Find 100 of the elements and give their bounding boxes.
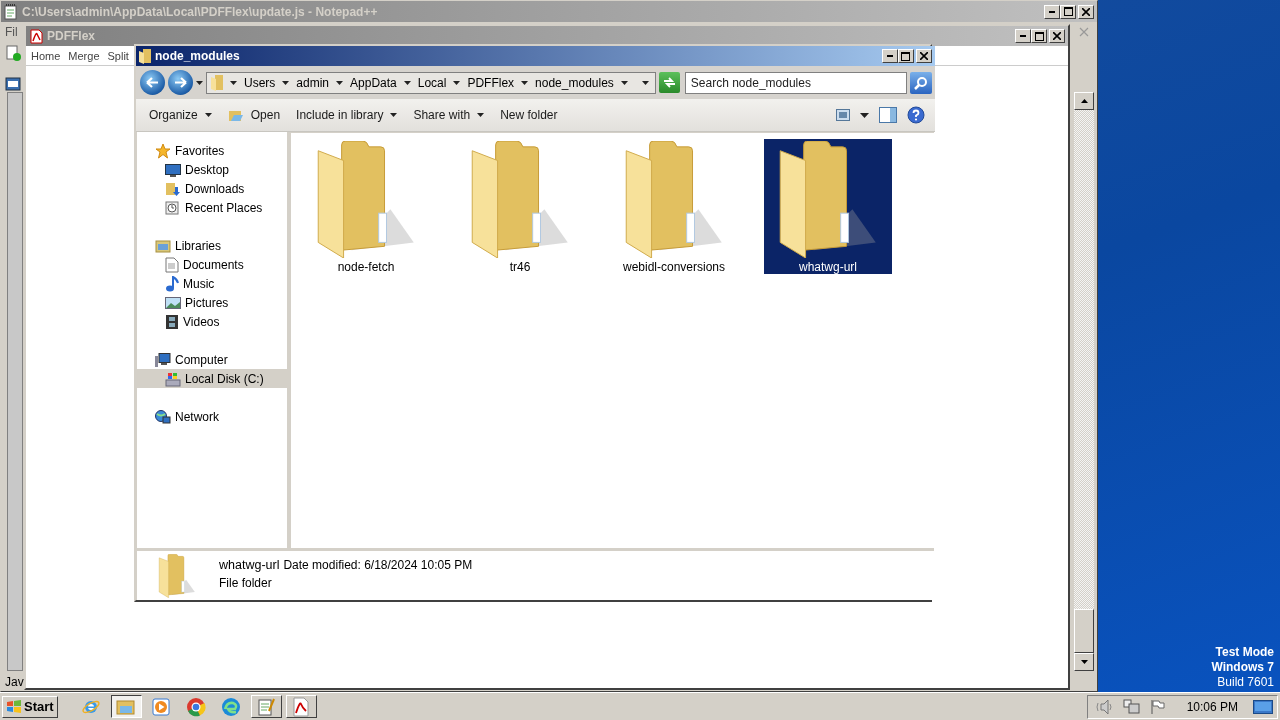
nav-item[interactable]: Libraries bbox=[137, 236, 287, 255]
folder-item[interactable]: node-fetch bbox=[302, 139, 430, 274]
nav-item[interactable]: Music bbox=[137, 274, 287, 293]
maximize-icon bbox=[1034, 31, 1044, 41]
speaker-icon[interactable] bbox=[1095, 698, 1114, 715]
windows-logo-icon bbox=[6, 699, 22, 714]
menu-tab[interactable]: Home bbox=[28, 49, 64, 62]
monitor-icon bbox=[165, 162, 181, 177]
menu-tab[interactable]: Split bbox=[104, 49, 132, 62]
network-icon[interactable] bbox=[1122, 698, 1141, 715]
close-button[interactable] bbox=[1049, 29, 1065, 43]
caret-icon[interactable] bbox=[453, 80, 461, 85]
nav-item[interactable]: Network bbox=[137, 407, 287, 426]
close-button[interactable] bbox=[1078, 4, 1094, 19]
nav-item[interactable]: Videos bbox=[137, 312, 287, 331]
toolbar-button[interactable]: New folder bbox=[493, 104, 565, 126]
computer-icon bbox=[155, 351, 171, 368]
address-bar[interactable]: Users admin AppData Local PDFFlex node_modules bbox=[206, 71, 656, 94]
caret-icon[interactable] bbox=[390, 113, 398, 117]
taskbar-button[interactable] bbox=[110, 695, 142, 718]
arrow-up-icon bbox=[1080, 99, 1088, 103]
minimize-icon bbox=[1049, 10, 1055, 13]
desktop-notice: Windows 7 bbox=[1211, 660, 1274, 675]
film-icon bbox=[165, 313, 179, 330]
dropdown-caret-icon[interactable] bbox=[641, 80, 649, 85]
caret-icon[interactable] bbox=[336, 80, 344, 85]
flag-icon[interactable] bbox=[1149, 698, 1166, 715]
document-icon bbox=[165, 256, 179, 273]
minimize-button[interactable] bbox=[1044, 4, 1060, 19]
toolbar-button[interactable]: Include in library bbox=[289, 104, 405, 126]
minimize-icon bbox=[886, 55, 893, 57]
nav-item[interactable]: Favorites bbox=[137, 141, 287, 160]
caret-icon[interactable] bbox=[620, 80, 628, 85]
folder-icon bbox=[139, 48, 151, 64]
breadcrumb-item[interactable]: AppData bbox=[350, 75, 397, 90]
nav-item[interactable]: Recent Places bbox=[137, 198, 287, 217]
menu-item[interactable]: Fil bbox=[5, 25, 18, 39]
desktop-notice: Test Mode bbox=[1215, 645, 1274, 660]
search-icon bbox=[913, 75, 928, 90]
folder-icon bbox=[211, 74, 223, 91]
scroll-down-button[interactable] bbox=[1074, 653, 1094, 671]
preview-pane-icon bbox=[878, 107, 897, 123]
search-button[interactable] bbox=[909, 71, 932, 94]
forward-button[interactable] bbox=[168, 70, 193, 95]
show-desktop-icon[interactable] bbox=[1253, 698, 1273, 715]
minimize-button[interactable] bbox=[1015, 29, 1031, 43]
folder-item[interactable]: tr46 bbox=[456, 139, 584, 274]
nav-item[interactable]: Desktop bbox=[137, 160, 287, 179]
folder-icon bbox=[116, 697, 137, 716]
minimize-button[interactable] bbox=[881, 49, 898, 63]
breadcrumb-item[interactable]: node_modules bbox=[535, 75, 614, 90]
scroll-up-button[interactable] bbox=[1074, 92, 1094, 110]
caret-icon[interactable] bbox=[477, 113, 485, 117]
menu-tab[interactable]: Merge bbox=[65, 49, 103, 62]
search-field[interactable]: Search node_modules bbox=[684, 71, 907, 94]
nav-item[interactable]: Local Disk (C:) bbox=[137, 369, 287, 388]
scrollbar[interactable] bbox=[1074, 92, 1094, 671]
new-file-icon[interactable] bbox=[5, 45, 21, 61]
caret-icon[interactable] bbox=[204, 113, 212, 117]
maximize-button[interactable] bbox=[1031, 29, 1047, 43]
maximize-icon bbox=[901, 51, 911, 61]
arrow-down-icon bbox=[1080, 660, 1088, 664]
caret-icon[interactable] bbox=[230, 80, 237, 85]
wheel-icon bbox=[186, 696, 207, 717]
nav-item[interactable]: Pictures bbox=[137, 293, 287, 312]
nav-item[interactable]: Downloads bbox=[137, 179, 287, 198]
folder-item[interactable]: webidl-conversions bbox=[610, 139, 738, 274]
scroll-thumb[interactable] bbox=[1074, 609, 1094, 653]
caret-icon[interactable] bbox=[282, 80, 290, 85]
history-caret-icon[interactable] bbox=[196, 80, 203, 85]
view-icon bbox=[835, 109, 850, 121]
notepad-icon bbox=[4, 3, 18, 20]
network-icon bbox=[155, 408, 171, 425]
window-title: C:\Users\admin\AppData\Local\PDFFlex\update.js - Notepad++ bbox=[22, 4, 379, 19]
minimize-icon bbox=[1020, 35, 1026, 37]
status-text: Jav bbox=[4, 675, 25, 691]
maximize-button[interactable] bbox=[1060, 4, 1076, 19]
toolbar-button[interactable]: Share with bbox=[406, 104, 492, 126]
nav-item[interactable]: Documents bbox=[137, 255, 287, 274]
start-button[interactable]: Start bbox=[2, 695, 58, 718]
picture-icon bbox=[165, 295, 181, 310]
close-button[interactable] bbox=[915, 49, 932, 63]
refresh-button[interactable] bbox=[658, 72, 680, 93]
breadcrumb-item[interactable]: PDFFlex bbox=[467, 75, 515, 90]
file-tab-icon[interactable] bbox=[5, 76, 21, 92]
caret-icon bbox=[859, 112, 869, 118]
folder-item[interactable]: whatwg-url bbox=[764, 139, 892, 274]
breadcrumb-item[interactable]: Users bbox=[244, 75, 276, 90]
toolbar-button[interactable]: Organize bbox=[142, 104, 219, 126]
breadcrumb-item[interactable]: Local bbox=[417, 75, 447, 90]
toolbar-button[interactable]: Open bbox=[220, 103, 288, 127]
caret-icon[interactable] bbox=[403, 80, 411, 85]
back-button[interactable] bbox=[140, 70, 165, 95]
file-name: whatwg-url bbox=[219, 558, 280, 572]
pdf-icon bbox=[29, 28, 43, 44]
close-icon bbox=[919, 52, 928, 60]
nav-item[interactable]: Computer bbox=[137, 350, 287, 369]
breadcrumb-item[interactable]: admin bbox=[296, 75, 330, 90]
caret-icon[interactable] bbox=[521, 80, 529, 85]
refresh-icon bbox=[662, 77, 676, 88]
